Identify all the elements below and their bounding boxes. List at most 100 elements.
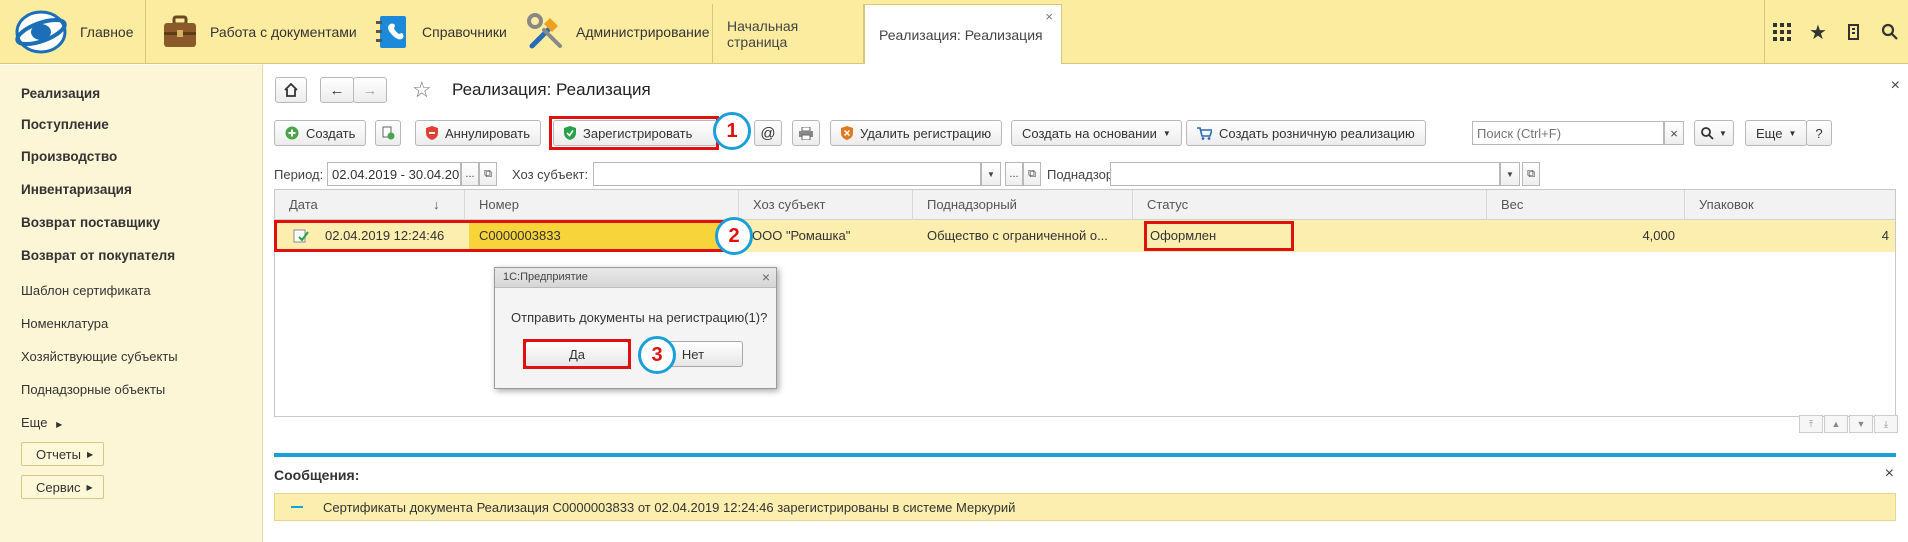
triangle-right-icon: ▶ [56,420,63,429]
sidebar-item-more[interactable]: Еще ▶ [21,415,62,430]
sidebar-item-certificate-template[interactable]: Шаблон сертификата [21,283,151,298]
shield-red-icon [426,126,438,140]
column-subject[interactable]: Хоз субъект [739,190,913,220]
app-logo-icon[interactable] [14,9,68,55]
create-button-label: Создать [306,125,356,141]
supervised-dropdown-icon[interactable]: ▼ [1500,162,1520,186]
section-documents[interactable]: Работа с документами [160,0,357,64]
help-button[interactable]: ? [1806,120,1832,146]
delete-registration-button[interactable]: Удалить регистрацию [830,120,1003,146]
search-input[interactable] [1472,121,1664,145]
back-button[interactable]: ← [320,77,354,103]
scroll-up-icon[interactable]: ▲ [1824,415,1848,433]
table-header: Дата ↓ Номер Хоз субъект Поднадзорный Ст… [275,190,1895,220]
messages-title: Сообщения: [274,467,360,483]
dialog-message: Отправить документы на регистрацию(1)? [511,310,768,325]
triangle-right-icon: ▶ [86,482,93,492]
supervised-input[interactable] [1110,162,1500,186]
home-button[interactable] [275,77,307,103]
subject-input[interactable] [593,162,981,186]
address-book-icon [376,16,406,48]
favorite-star-icon[interactable]: ☆ [412,77,432,103]
period-select-button[interactable]: ... [461,162,479,186]
tab-close-icon[interactable]: × [1045,9,1053,24]
scroll-down-icon[interactable]: ▼ [1849,415,1873,433]
column-weight[interactable]: Вес [1487,190,1685,220]
copy-button[interactable] [375,120,401,146]
arrow-left-icon: ← [329,81,345,99]
create-based-on-button-label: Создать на основании [1022,125,1157,141]
sidebar-item-sales[interactable]: Реализация [21,86,100,101]
annotation-highlight-register [549,116,719,150]
sidebar-item-inventory[interactable]: Инвентаризация [21,182,132,197]
service-button[interactable]: Сервис ▶ [21,475,104,499]
forward-button[interactable]: → [353,77,387,103]
column-number[interactable]: Номер [465,190,739,220]
annotation-step-2: 2 [715,217,753,255]
sidebar-item-supervised-objects[interactable]: Поднадзорные объекты [21,382,165,397]
column-status[interactable]: Статус [1133,190,1487,220]
annotation-highlight-status [1144,221,1294,251]
sidebar-item-business-entities[interactable]: Хозяйствующие субъекты [21,349,178,364]
create-retail-button[interactable]: Создать розничную реализацию [1186,120,1426,146]
create-retail-button-label: Создать розничную реализацию [1219,125,1415,141]
annotation-highlight-row [274,220,736,252]
sidebar-item-receipt[interactable]: Поступление [21,117,109,132]
subject-select-button[interactable]: ... [1005,162,1023,186]
open-icon[interactable]: ⧉ [1522,162,1540,186]
more-button[interactable]: Еще ▼ [1745,120,1808,146]
search-icon[interactable] [1872,14,1908,50]
reports-button-label: Отчеты [36,446,81,462]
left-sidebar: Реализация Поступление Производство Инве… [0,65,263,542]
cell-subject: ООО "Ромашка" [752,228,851,243]
history-icon[interactable] [1836,14,1872,50]
dialog-close-icon[interactable]: × [762,269,770,285]
print-button[interactable] [792,120,820,146]
grid-icon[interactable] [1764,14,1800,50]
form-close-icon[interactable]: × [1891,77,1900,95]
dialog-title-bar[interactable]: 1С:Предприятие × [495,268,776,288]
message-item[interactable]: Сертификаты документа Реализация С000000… [274,493,1896,521]
arrow-right-icon: → [362,81,378,99]
message-dash-icon [291,506,303,508]
column-date[interactable]: Дата ↓ [275,190,465,220]
sidebar-item-more-label: Еще [21,415,48,430]
sidebar-item-return-to-supplier[interactable]: Возврат поставщику [21,215,160,230]
cell-supervised: Общество с ограниченной о... [927,228,1108,243]
scroll-top-icon[interactable]: ⤒ [1799,415,1823,433]
sidebar-item-return-from-buyer[interactable]: Возврат от покупателя [21,248,175,263]
top-right-toolbar: ★ [1764,0,1908,64]
open-icon[interactable]: ⧉ [1023,162,1041,186]
service-button-label: Сервис [36,479,81,495]
tools-icon [527,13,562,49]
section-administration-label: Администрирование [576,24,710,40]
messages-close-icon[interactable]: × [1885,465,1894,483]
more-button-label: Еще [1756,125,1783,141]
tab-sales[interactable]: Реализация: Реализация × [864,4,1062,64]
sidebar-item-production[interactable]: Производство [21,149,117,164]
column-packages[interactable]: Упаковок [1685,190,1897,220]
sidebar-item-nomenclature[interactable]: Номенклатура [21,316,108,331]
section-references[interactable]: Справочники [372,0,507,64]
period-input[interactable]: 02.04.2019 - 30.04.2019 [327,162,461,186]
email-button[interactable]: @ [754,120,782,146]
tab-start-page[interactable]: Начальная страница [712,4,864,64]
reports-button[interactable]: Отчеты ▶ [21,442,105,466]
subject-dropdown-icon[interactable]: ▼ [981,162,1001,186]
create-button[interactable]: Создать [274,120,367,146]
annul-button[interactable]: Аннулировать [415,120,541,146]
column-supervised[interactable]: Поднадзорный [913,190,1133,220]
search-icon [1701,126,1714,140]
search-clear-icon[interactable]: × [1664,121,1684,145]
page-title: Реализация: Реализация [452,80,651,99]
home-section-label[interactable]: Главное [80,24,134,40]
section-administration[interactable]: Администрирование [526,0,710,64]
tab-start-page-label: Начальная страница [727,18,799,50]
open-icon[interactable]: ⧉ [479,162,497,186]
search-button[interactable]: ▼ [1694,120,1734,146]
triangle-down-icon: ▼ [1162,128,1171,138]
scroll-bottom-icon[interactable]: ⤓ [1874,415,1898,433]
section-documents-label: Работа с документами [210,24,357,40]
star-icon[interactable]: ★ [1800,14,1836,50]
create-based-on-button[interactable]: Создать на основании ▼ [1011,120,1182,146]
